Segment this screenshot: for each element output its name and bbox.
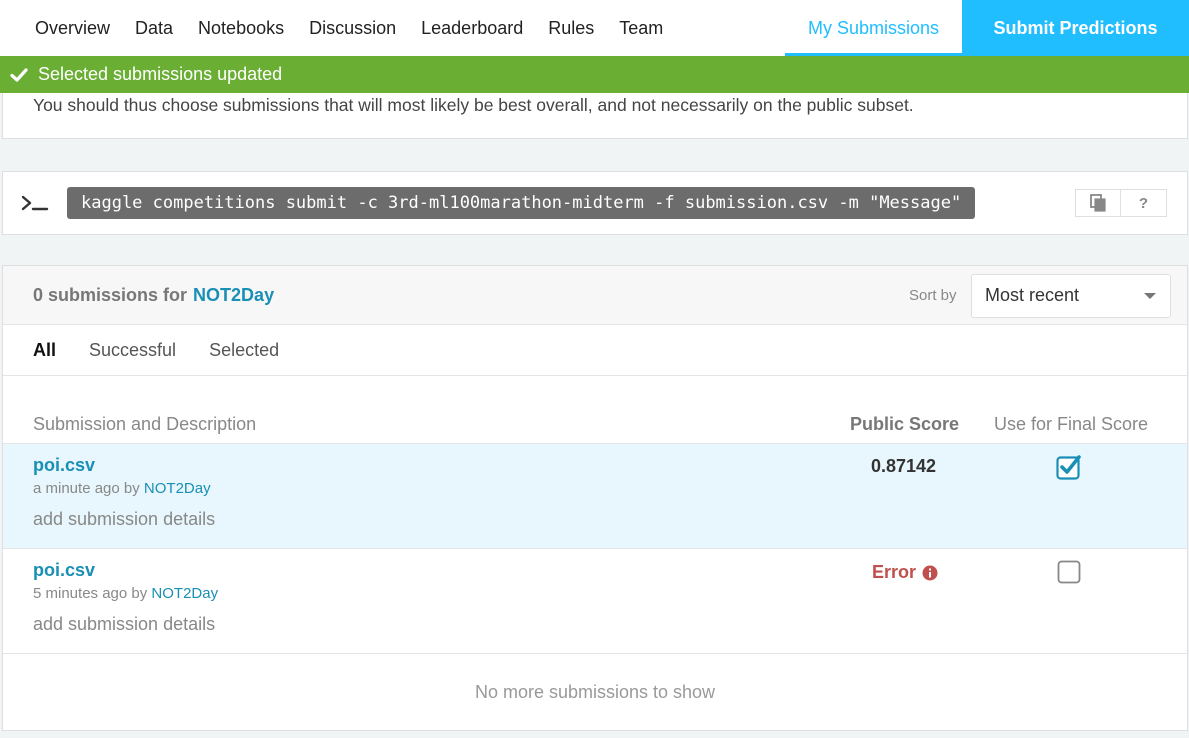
chevron-down-icon — [1144, 293, 1156, 299]
checkmark-icon — [10, 67, 28, 82]
error-status[interactable]: Error — [872, 562, 938, 583]
submission-row: poi.csv a minute ago by NOT2Day add subm… — [3, 444, 1187, 549]
terminal-prompt-icon — [21, 195, 49, 211]
submission-time: 5 minutes ago by — [33, 585, 148, 602]
column-headers: Submission and Description Public Score … — [3, 376, 1187, 444]
submit-predictions-button[interactable]: Submit Predictions — [962, 0, 1189, 56]
no-more-message: No more submissions to show — [474, 681, 716, 702]
tab-discussion[interactable]: Discussion — [309, 18, 396, 39]
col-final-score: Use for Final Score — [994, 414, 1149, 434]
submission-time: a minute ago by — [33, 480, 140, 497]
submission-meta: a minute ago by NOT2Day — [33, 480, 211, 497]
col-description: Submission and Description — [33, 414, 257, 434]
info-card: You should thus choose submissions that … — [2, 93, 1188, 139]
help-label: ? — [1138, 194, 1149, 212]
success-banner: Selected submissions updated — [0, 56, 1189, 93]
sort-value: Most recent — [985, 285, 1080, 305]
submission-count-text: 0 submissions for — [33, 285, 188, 305]
copy-command-button[interactable] — [1075, 189, 1121, 217]
competition-tabs: Overview Data Notebooks Discussion Leade… — [0, 0, 785, 56]
filter-tab-selected[interactable]: Selected — [209, 340, 279, 361]
submission-user-link[interactable]: NOT2Day — [151, 585, 218, 602]
info-icon — [922, 565, 938, 580]
api-command-card: kaggle competitions submit -c 3rd-ml100m… — [2, 171, 1188, 235]
final-score-checkbox-checked[interactable] — [1056, 454, 1082, 480]
col-public-score: Public Score — [850, 414, 960, 434]
banner-message: Selected submissions updated — [38, 64, 283, 84]
tab-overview[interactable]: Overview — [35, 18, 110, 39]
filter-tab-all[interactable]: All — [33, 340, 56, 361]
tab-data[interactable]: Data — [135, 18, 173, 39]
filter-tab-successful[interactable]: Successful — [89, 340, 176, 361]
submission-row: poi.csv 5 minutes ago by NOT2Day add sub… — [3, 549, 1187, 654]
sort-label: Sort by — [909, 287, 957, 304]
submissions-panel: 0 submissions for NOT2Day Sort by Most re… — [2, 265, 1188, 731]
api-buttons: ? — [1075, 189, 1167, 217]
tab-my-submissions[interactable]: My Submissions — [785, 0, 962, 56]
api-command-text[interactable]: kaggle competitions submit -c 3rd-ml100m… — [67, 187, 976, 219]
submission-user-link[interactable]: NOT2Day — [144, 480, 211, 497]
tab-rules[interactable]: Rules — [548, 18, 594, 39]
top-nav: Overview Data Notebooks Discussion Leade… — [0, 0, 1189, 56]
tab-team[interactable]: Team — [619, 18, 663, 39]
tab-leaderboard[interactable]: Leaderboard — [421, 18, 523, 39]
team-user-link[interactable]: NOT2Day — [193, 285, 274, 305]
sort-select[interactable]: Most recent — [971, 274, 1171, 318]
public-score: 0.87142 — [871, 456, 937, 476]
submission-meta: 5 minutes ago by NOT2Day — [33, 585, 218, 602]
help-button[interactable]: ? — [1121, 189, 1167, 217]
copy-icon — [1090, 194, 1106, 212]
final-score-checkbox[interactable] — [1056, 559, 1082, 585]
add-details-link[interactable]: add submission details — [33, 614, 215, 635]
tab-notebooks[interactable]: Notebooks — [198, 18, 284, 39]
submissions-header: 0 submissions for NOT2Day Sort by Most re… — [3, 266, 1187, 325]
submission-count: 0 submissions for NOT2Day — [33, 285, 274, 306]
info-text: You should thus choose submissions that … — [33, 95, 914, 115]
submission-file-link[interactable]: poi.csv — [33, 560, 95, 581]
filter-tabs: All Successful Selected — [3, 325, 1187, 376]
submission-file-link[interactable]: poi.csv — [33, 455, 95, 476]
error-label: Error — [872, 562, 917, 582]
add-details-link[interactable]: add submission details — [33, 509, 215, 530]
